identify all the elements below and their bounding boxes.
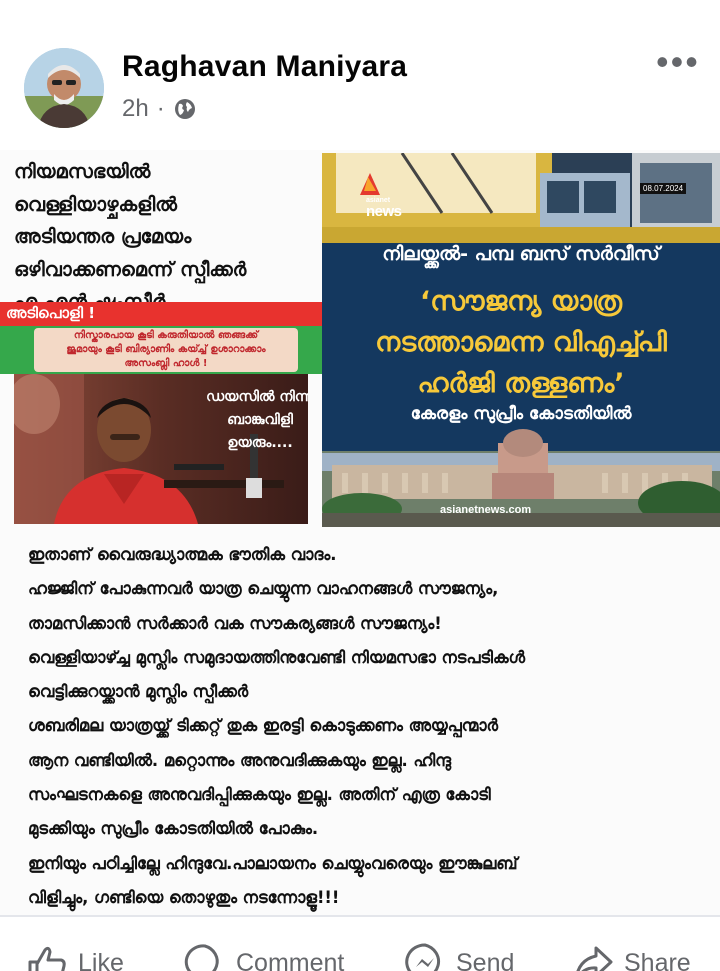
post-meta: 2h ·: [122, 95, 197, 123]
post-image[interactable]: നിയമസഭയിൽ വെള്ളിയാഴ്ചകളിൽ അടിയന്തര പ്രമേ…: [0, 150, 720, 915]
quote-line: ഉയരും....: [227, 435, 293, 451]
share-icon: [576, 946, 613, 971]
headline-line: ഹർജി തള്ളണം’: [417, 368, 625, 399]
banner-line: നിസ്കാരപായ കൂടി കരുതിയാൽ ഞങ്ങക്ക്: [73, 330, 259, 341]
news-subheading: കേരളം സുപ്രീം കോടതിയിൽ: [410, 404, 632, 424]
send-button[interactable]: Send: [404, 942, 514, 971]
banner-line: അസംബ്ലി ഹാൾ !: [124, 358, 208, 369]
like-label: Like: [78, 948, 124, 971]
send-label: Send: [456, 948, 515, 971]
news-card: 08.07.2024 asianet news നിലയ്ക്കൽ- പമ്പ …: [322, 153, 720, 527]
heading-line: ഒഴിവാക്കണമെന്ന് സ്പീക്കർ: [14, 257, 247, 281]
headline-line: നടത്താമെന്ന വിഎച്ച്പി: [375, 327, 667, 358]
more-options-icon[interactable]: •••: [656, 44, 700, 80]
heading-line: വെള്ളിയാഴ്ചകളിൽ: [14, 192, 177, 216]
body-line: മുടക്കിയും സുപ്രീം കോടതിയിൽ പോകും.: [28, 819, 319, 839]
thumbs-up-icon: [28, 946, 66, 971]
green-banner-box: നിസ്കാരപായ കൂടി കരുതിയാൽ ഞങ്ങക്ക് ജുമായു…: [34, 328, 298, 372]
action-divider: [0, 915, 720, 917]
photo-quote: ഡയസിൽ നിന്നു ബാങ്കുവിളി ഉയരും....: [206, 386, 308, 455]
post-header: Raghavan Maniyara 2h · •••: [0, 0, 720, 140]
body-line: ഇതാണ് വൈരുദ്ധ്യാത്മക ഭൗതിക വാദം.: [28, 545, 337, 564]
body-line: വെട്ടിക്കുറയ്ക്കാൻ മുസ്ലിം സ്പീക്കർ: [28, 682, 249, 702]
like-button[interactable]: Like: [26, 942, 124, 971]
banner-line: ജുമായും കൂടി ബിര്യാണിം കയ്ച്ച് ഉശാറാക്കാ…: [66, 344, 266, 355]
avatar-photo: [24, 48, 104, 128]
news-logo-main: news: [366, 203, 402, 220]
meta-separator: ·: [156, 95, 165, 122]
quote-line: ഡയസിൽ നിന്നു: [206, 389, 308, 405]
messenger-icon: [405, 943, 441, 971]
news-watermark: asianetnews.com: [440, 504, 532, 516]
red-banner-text: അടിപൊളി !: [6, 304, 96, 322]
share-button[interactable]: Share: [572, 942, 691, 971]
quote-line: ബാങ്കുവിളി: [227, 412, 293, 428]
heading-line: നിയമസഭയിൽ: [14, 160, 151, 183]
body-line: വെള്ളിയാഴ്ച്ച മുസ്ലിം സമുദായത്തിനുവേണ്ടി…: [28, 647, 526, 667]
share-label: Share: [624, 948, 691, 971]
comment-label: Comment: [236, 948, 345, 971]
comment-icon: [184, 944, 219, 971]
body-line: ആന വണ്ടിയിൽ. മറ്റൊന്നും അനുവദിക്കുകയും ഇ…: [28, 750, 451, 770]
image-body-text: ഇതാണ് വൈരുദ്ധ്യാത്മക ഭൗതിക വാദം. ഹജ്ജിന്…: [28, 538, 718, 915]
comment-button[interactable]: Comment: [184, 942, 344, 971]
heading-line: അടിയന്തര പ്രമേയം: [14, 225, 192, 248]
post-time[interactable]: 2h: [122, 95, 149, 123]
news-route: നിലയ്ക്കൽ- പമ്പ ബസ് സർവീസ്: [382, 243, 660, 265]
body-line: സംഘടനകളെ അനുവദിപ്പിക്കുകയും ഇല്ല. അതിന് …: [28, 785, 491, 805]
speaker-photo: ഡയസിൽ നിന്നു ബാങ്കുവിളി ഉയരും....: [14, 374, 308, 524]
news-date: 08.07.2024: [640, 183, 687, 194]
body-line: വിളിച്ചും, ഗണ്ടിയെ തൊഴുതും നടന്നോളൂ!!!: [28, 887, 340, 907]
avatar[interactable]: [24, 48, 104, 128]
left-heading: നിയമസഭയിൽ വെള്ളിയാഴ്ചകളിൽ അടിയന്തര പ്രമേ…: [14, 156, 314, 319]
green-banner: നിസ്കാരപായ കൂടി കരുതിയാൽ ഞങ്ങക്ക് ജുമായു…: [0, 326, 322, 374]
body-line: ഹജ്ജിന് പോകുന്നവർ യാത്ര ചെയ്യുന്ന വാഹനങ്…: [28, 579, 499, 599]
body-line: ശബരിമല യാത്രയ്ക്ക് ടിക്കറ്റ് തുക ഇരട്ടി …: [28, 716, 499, 736]
author-name[interactable]: Raghavan Maniyara: [122, 50, 407, 84]
globe-icon[interactable]: [173, 97, 197, 121]
body-line: ഇനിയും പഠിച്ചില്ലേ ഹിന്ദുവേ.പാലായനം ചെയ്…: [28, 853, 518, 873]
news-headline: ‘സൗജന്യ യാത്ര നടത്താമെന്ന വിഎച്ച്പി ഹർജി…: [322, 281, 720, 404]
headline-line: ‘സൗജന്യ യാത്ര: [420, 286, 622, 317]
action-bar: Like Comment Send Share: [0, 928, 720, 971]
body-line: താമസിക്കാൻ സർക്കാർ വക സൗകര്യങ്ങൾ സൗജന്യം…: [28, 613, 442, 633]
